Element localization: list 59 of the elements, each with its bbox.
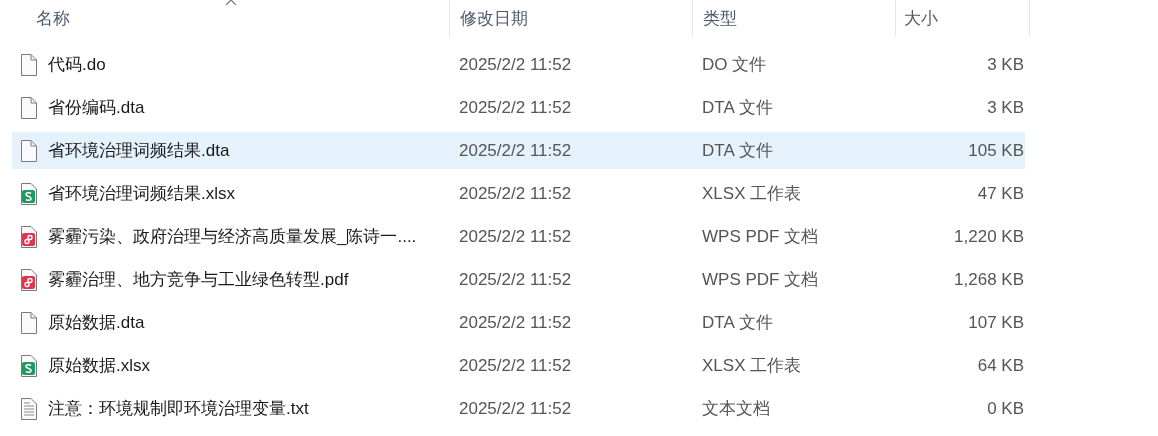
pdf-file-icon — [20, 267, 38, 292]
file-type: 文本文档 — [702, 398, 770, 420]
file-row[interactable]: 代码.do 2025/2/2 11:52 DO 文件 3 KB — [12, 46, 1025, 83]
column-header[interactable]: 大小 — [895, 0, 1030, 36]
file-type: XLSX 工作表 — [702, 183, 802, 205]
modified-date: 2025/2/2 11:52 — [459, 183, 572, 204]
file-row[interactable]: 原始数据.dta 2025/2/2 11:52 DTA 文件 107 KB — [12, 304, 1025, 341]
file-type: DTA 文件 — [702, 97, 773, 119]
file-row[interactable]: 省环境治理词频结果.dta 2025/2/2 11:52 DTA 文件 105 KB — [12, 132, 1025, 169]
file-row[interactable]: 雾霾污染、政府治理与经济高质量发展_陈诗一.... 2025/2/2 11:52 WPS PDF 文档 1,220 KB — [12, 218, 1025, 255]
file-name: 原始数据.dta — [48, 312, 145, 334]
column-header[interactable]: 类型 — [692, 0, 895, 36]
file-size: 1,268 KB — [954, 269, 1024, 290]
modified-date: 2025/2/2 11:52 — [459, 226, 572, 247]
file-type: DTA 文件 — [702, 140, 773, 162]
file-size: 47 KB — [977, 183, 1024, 204]
file-icon — [20, 138, 38, 163]
file-size: 107 KB — [968, 312, 1024, 333]
modified-date: 2025/2/2 11:52 — [459, 54, 572, 75]
spreadsheet-file-icon — [20, 353, 38, 378]
file-name: 代码.do — [48, 54, 106, 76]
file-type: WPS PDF 文档 — [702, 226, 819, 248]
file-row[interactable]: 省份编码.dta 2025/2/2 11:52 DTA 文件 3 KB — [12, 89, 1025, 126]
file-row[interactable]: 雾霾治理、地方竞争与工业绿色转型.pdf 2025/2/2 11:52 WPS PDF 文档 1,268 KB — [12, 261, 1025, 298]
modified-date: 2025/2/2 11:52 — [459, 312, 572, 333]
file-icon — [20, 95, 38, 120]
column-header[interactable]: 名称 — [12, 0, 449, 36]
text-file-icon — [20, 396, 38, 421]
file-name: 省环境治理词频结果.dta — [48, 140, 230, 162]
modified-date: 2025/2/2 11:52 — [459, 97, 572, 118]
file-type: DO 文件 — [702, 54, 767, 76]
file-name: 注意：环境规制即环境治理变量.txt — [48, 398, 309, 420]
file-size: 64 KB — [977, 355, 1024, 376]
modified-date: 2025/2/2 11:52 — [459, 140, 572, 161]
file-size: 0 KB — [987, 398, 1024, 419]
file-name: 省环境治理词频结果.xlsx — [48, 183, 235, 205]
column-header[interactable]: 修改日期 — [449, 0, 692, 36]
file-icon — [20, 310, 38, 335]
file-type: WPS PDF 文档 — [702, 269, 819, 291]
file-size: 105 KB — [968, 140, 1024, 161]
file-type: XLSX 工作表 — [702, 355, 802, 377]
file-name: 省份编码.dta — [48, 97, 145, 119]
file-name: 雾霾治理、地方竞争与工业绿色转型.pdf — [48, 269, 349, 291]
file-name: 雾霾污染、政府治理与经济高质量发展_陈诗一.... — [48, 226, 417, 248]
file-type: DTA 文件 — [702, 312, 773, 334]
modified-date: 2025/2/2 11:52 — [459, 355, 572, 376]
file-name: 原始数据.xlsx — [48, 355, 150, 377]
file-row[interactable]: 注意：环境规制即环境治理变量.txt 2025/2/2 11:52 文本文档 0 KB — [12, 390, 1025, 427]
file-row[interactable]: 原始数据.xlsx 2025/2/2 11:52 XLSX 工作表 64 KB — [12, 347, 1025, 384]
file-row[interactable]: 省环境治理词频结果.xlsx 2025/2/2 11:52 XLSX 工作表 47 KB — [12, 175, 1025, 212]
file-size: 3 KB — [987, 97, 1024, 118]
file-size: 3 KB — [987, 54, 1024, 75]
modified-date: 2025/2/2 11:52 — [459, 269, 572, 290]
pdf-file-icon — [20, 224, 38, 249]
file-icon — [20, 52, 38, 77]
file-size: 1,220 KB — [954, 226, 1024, 247]
modified-date: 2025/2/2 11:52 — [459, 398, 572, 419]
sort-caret-icon — [224, 0, 237, 5]
spreadsheet-file-icon — [20, 181, 38, 206]
